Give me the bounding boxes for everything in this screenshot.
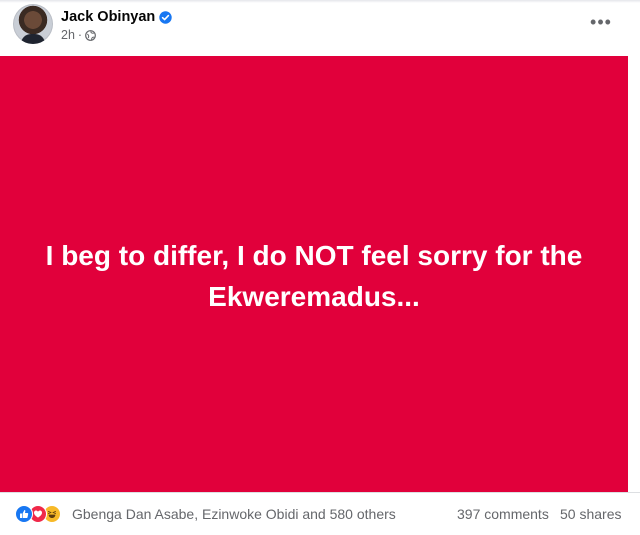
author-name[interactable]: Jack Obinyan: [61, 9, 155, 25]
comments-count[interactable]: 397 comments: [457, 505, 549, 523]
reactors-summary[interactable]: Gbenga Dan Asabe, Ezinwoke Obidi and 580…: [72, 505, 396, 523]
shares-count[interactable]: 50 shares: [560, 505, 621, 523]
post-meta: 2h ·: [61, 27, 96, 43]
post-text: I beg to differ, I do NOT feel sorry for…: [45, 240, 583, 312]
more-options-icon[interactable]: •••: [584, 8, 618, 36]
post-background-card: I beg to differ, I do NOT feel sorry for…: [0, 56, 628, 492]
reaction-icons[interactable]: [15, 505, 61, 523]
meta-separator: ·: [77, 28, 83, 42]
post-timestamp[interactable]: 2h: [61, 28, 75, 42]
post-header: Jack Obinyan 2h · •••: [0, 0, 640, 56]
author-avatar[interactable]: [13, 4, 53, 44]
like-icon: [15, 505, 33, 523]
right-gutter: [628, 56, 640, 492]
globe-icon[interactable]: [85, 29, 96, 41]
author-row: Jack Obinyan: [61, 8, 172, 26]
engagement-bar: Gbenga Dan Asabe, Ezinwoke Obidi and 580…: [0, 492, 640, 535]
avatar-shirt: [21, 34, 45, 44]
verified-badge-icon: [159, 10, 172, 24]
